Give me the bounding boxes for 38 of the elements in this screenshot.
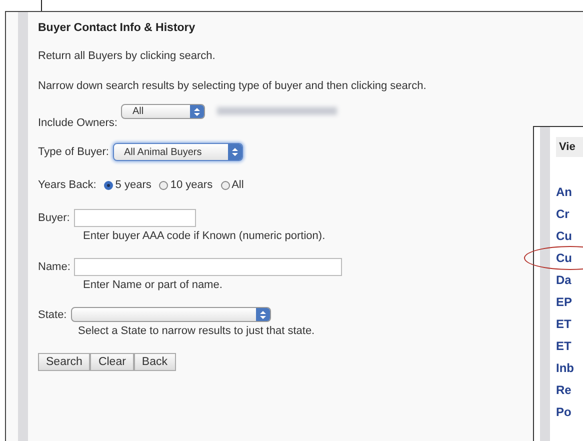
form-button[interactable]: Back: [134, 353, 176, 371]
field-label: Buyer:: [38, 212, 70, 224]
menu-link[interactable]: EP: [556, 295, 572, 309]
hint-text: Enter Name or part of name.: [83, 279, 224, 291]
field-label: Type of Buyer:: [38, 146, 109, 158]
menu-link[interactable]: ET: [556, 339, 572, 353]
field-label: State:: [38, 308, 67, 320]
name-field[interactable]: [74, 258, 342, 276]
hint-text: Enter buyer AAA code if Known (numeric portion).: [83, 230, 326, 242]
panel-title: Buyer Contact Info & History: [38, 22, 196, 34]
form-button[interactable]: Clear: [90, 353, 134, 371]
hint-text: Select a State to narrow results to just that state.: [78, 325, 316, 337]
field-label: Years Back:: [38, 179, 96, 191]
menu-link[interactable]: Da: [556, 273, 572, 287]
menu-link[interactable]: Cu: [556, 229, 572, 243]
stepper-icon: [228, 144, 242, 160]
intro-text: Return all Buyers by clicking search.: [38, 50, 216, 62]
stepper-icon: [190, 105, 204, 118]
stepper-icon: [256, 308, 270, 321]
state-select[interactable]: [70, 307, 271, 322]
menu-link[interactable]: Re: [556, 383, 572, 397]
menu-link[interactable]: An: [556, 185, 572, 199]
panel-header: Vie: [556, 137, 583, 157]
instructions-text: Narrow down search results by selecting type of buyer and then clicking search.: [38, 80, 426, 92]
menu-link[interactable]: Inb: [556, 361, 574, 375]
radio-option[interactable]: 10 years: [159, 179, 213, 191]
radio-option[interactable]: All: [220, 179, 244, 191]
menu-link[interactable]: ET: [556, 317, 572, 331]
field-label: Include Owners:: [38, 117, 118, 129]
buyer-field[interactable]: [74, 209, 196, 227]
menu-link[interactable]: Po: [556, 405, 572, 419]
field-label: Name:: [38, 261, 70, 273]
owners-select[interactable]: All: [121, 104, 206, 119]
menu-link[interactable]: Cu: [556, 251, 572, 265]
buyer-type-select[interactable]: All Animal Buyers: [112, 143, 243, 161]
radio-option[interactable]: 5 years: [104, 179, 152, 191]
form-button[interactable]: Search: [38, 353, 90, 371]
menu-link[interactable]: Cr: [556, 207, 570, 221]
